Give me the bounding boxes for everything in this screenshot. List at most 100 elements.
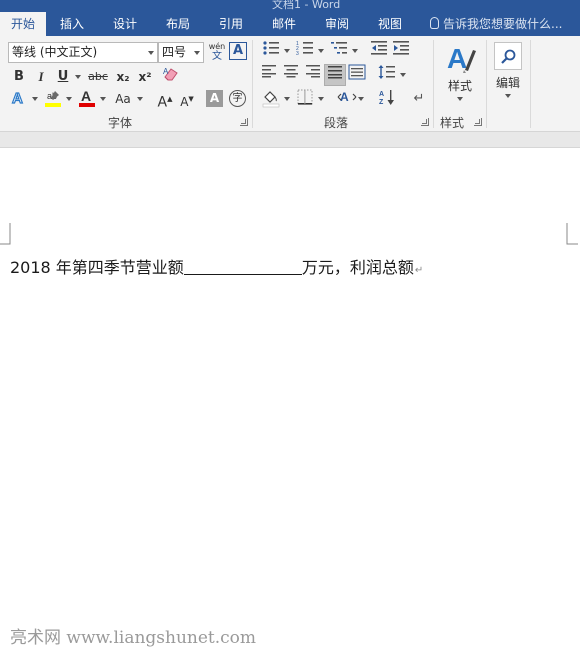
tab-references[interactable]: 引用 — [208, 12, 254, 36]
paragraph-mark-icon: ↵ — [414, 265, 424, 276]
window-title: 文档1 - Word — [272, 0, 341, 11]
borders-button[interactable] — [294, 88, 316, 110]
tab-design[interactable]: 设计 — [102, 12, 148, 36]
site-watermark: 亮术网 www.liangshunet.com — [10, 628, 257, 648]
distributed-button[interactable] — [346, 64, 368, 86]
font-group-label: 字体 — [108, 116, 133, 130]
styles-dialog-launcher[interactable] — [474, 118, 482, 126]
chevron-down-icon[interactable] — [318, 49, 324, 53]
ribbon-tab-bar: 文档1 - Word 开始 插入 设计 布局 引用 邮件 审阅 视图 告诉我您想… — [0, 0, 580, 36]
svg-text:3: 3 — [296, 51, 299, 56]
chinese-layout-button[interactable]: A — [336, 88, 358, 110]
borders-icon — [297, 89, 313, 105]
paragraph-dialog-launcher[interactable] — [421, 118, 429, 126]
justify-button[interactable] — [324, 64, 346, 86]
italic-button[interactable]: I — [30, 66, 52, 88]
shrink-font-button[interactable]: A▼ — [176, 88, 198, 110]
tab-mailings[interactable]: 邮件 — [261, 12, 307, 36]
tab-insert[interactable]: 插入 — [50, 12, 94, 36]
tab-review[interactable]: 审阅 — [314, 12, 360, 36]
font-size-combo[interactable]: 四号 — [158, 42, 204, 63]
multilevel-list-button[interactable] — [328, 40, 350, 62]
align-left-icon — [262, 65, 276, 78]
font-dialog-launcher[interactable] — [240, 118, 248, 126]
increase-indent-icon — [393, 41, 409, 55]
group-divider — [486, 40, 487, 128]
text-before-blank: 2018 年第四季节营业额 — [10, 258, 184, 277]
editing-label: 编辑 — [495, 76, 520, 90]
increase-indent-button[interactable] — [390, 40, 412, 62]
underline-blank — [183, 259, 302, 275]
paragraph-mark-icon: ↵ — [413, 91, 425, 106]
strikethrough-button[interactable]: abc — [84, 66, 112, 88]
svg-text:A: A — [447, 43, 467, 74]
right-margin-corner — [566, 223, 578, 245]
chevron-down-icon[interactable] — [358, 97, 364, 101]
chevron-down-icon[interactable] — [32, 97, 38, 101]
group-divider — [530, 40, 531, 128]
chevron-down-icon[interactable] — [137, 97, 143, 101]
numbering-button[interactable]: 1 2 3 — [294, 40, 316, 62]
font-color-button[interactable]: A — [76, 88, 98, 110]
text-effects-button[interactable]: A — [8, 88, 30, 110]
tell-me-text: 告诉我您想要做什么... — [443, 17, 563, 31]
chevron-down-icon[interactable] — [100, 97, 106, 101]
lightbulb-icon — [430, 17, 439, 29]
distributed-icon — [348, 64, 366, 80]
text-effects-icon: A — [11, 89, 23, 107]
grow-font-char: A — [157, 94, 168, 111]
highlight-color-button[interactable]: ab — [42, 88, 64, 110]
align-left-button[interactable] — [258, 64, 280, 86]
paint-bucket-icon — [262, 91, 280, 108]
superscript-button[interactable]: x² — [134, 66, 156, 88]
chevron-down-icon[interactable] — [66, 97, 72, 101]
grow-font-button[interactable]: A▲ — [154, 88, 176, 111]
pinyin-char: 文 — [212, 51, 222, 62]
sort-button[interactable]: A Z — [376, 88, 398, 110]
find-icon-box — [494, 42, 522, 70]
ribbon-home: 等线 (中文正文) 四号 wén 文 A B I U abc x₂ x² A A… — [0, 36, 580, 132]
show-paragraph-marks-button[interactable]: ↵ — [408, 88, 430, 110]
enclose-characters-button[interactable]: 字 — [229, 90, 246, 107]
chevron-down-icon — [148, 51, 154, 55]
align-center-button[interactable] — [280, 64, 302, 86]
ruler-strip — [0, 132, 580, 148]
chevron-down-icon[interactable] — [75, 75, 81, 79]
editing-button[interactable]: 编辑 — [490, 42, 526, 106]
chevron-down-icon[interactable] — [400, 73, 406, 77]
styles-button[interactable]: A 样式 — [438, 40, 482, 110]
character-border-button[interactable]: A — [229, 42, 247, 60]
chinese-layout-icon: A — [337, 90, 357, 104]
tab-home[interactable]: 开始 — [0, 12, 46, 36]
bold-button[interactable]: B — [8, 66, 30, 88]
shading-button[interactable] — [260, 88, 282, 110]
underline-button[interactable]: U — [52, 66, 74, 88]
subscript-button[interactable]: x₂ — [112, 66, 134, 88]
chevron-down-icon[interactable] — [318, 97, 324, 101]
phonetic-guide-button[interactable]: wén 文 — [206, 41, 228, 63]
tab-layout[interactable]: 布局 — [155, 12, 201, 36]
group-divider — [252, 40, 253, 128]
tab-view[interactable]: 视图 — [367, 12, 413, 36]
svg-text:Z: Z — [379, 99, 384, 106]
document-page[interactable]: 2018 年第四季节营业额 万元，利润总额↵ 亮术网 www.liangshune… — [0, 149, 580, 660]
line-spacing-icon — [378, 65, 395, 79]
align-right-button[interactable] — [302, 64, 324, 86]
tell-me-search[interactable]: 告诉我您想要做什么... — [430, 12, 562, 36]
font-size-value: 四号 — [162, 45, 187, 59]
align-center-icon — [284, 65, 298, 78]
font-name-combo[interactable]: 等线 (中文正文) — [8, 42, 158, 63]
highlighter-icon: ab — [45, 91, 61, 107]
change-case-button[interactable]: Aa — [110, 88, 136, 110]
align-right-icon — [306, 65, 320, 78]
character-shading-button[interactable]: A — [206, 90, 223, 107]
bullets-button[interactable] — [260, 40, 282, 62]
document-text-line[interactable]: 2018 年第四季节营业额 万元，利润总额↵ — [10, 254, 423, 278]
decrease-indent-button[interactable] — [368, 40, 390, 62]
clear-formatting-button[interactable]: A — [160, 65, 182, 87]
chevron-down-icon[interactable] — [284, 97, 290, 101]
chevron-down-icon[interactable] — [284, 49, 290, 53]
chevron-down-icon[interactable] — [352, 49, 358, 53]
line-spacing-button[interactable] — [376, 64, 398, 86]
styles-group-label: 样式 — [440, 116, 465, 130]
